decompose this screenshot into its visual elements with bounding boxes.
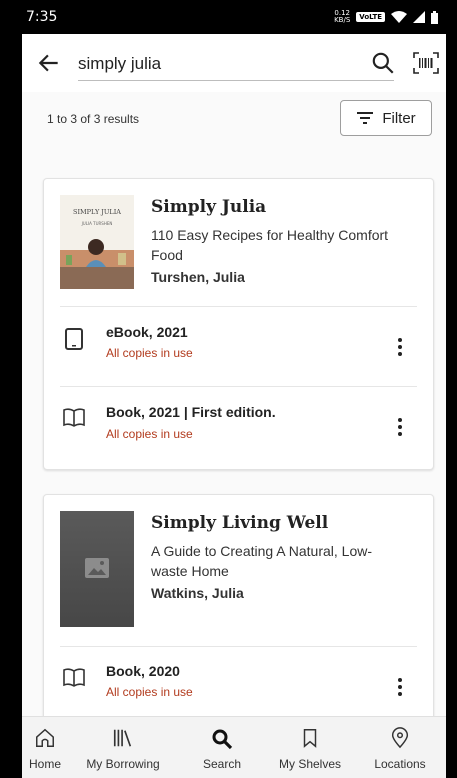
filter-label: Filter <box>382 109 416 127</box>
book-icon <box>63 668 85 687</box>
wifi-icon <box>391 11 407 23</box>
volte-badge: VoLTE <box>356 12 385 22</box>
book-title[interactable]: Simply Julia <box>151 197 266 217</box>
signal-icon <box>413 11 425 23</box>
search-bar: simply julia <box>22 34 446 92</box>
nav-label: Home <box>28 757 61 771</box>
divider <box>60 386 417 387</box>
network-speed: 0.12 KB/S <box>334 10 350 24</box>
app-screen: 7:35 0.12 KB/S VoLTE simply julia 1 to 3… <box>22 0 446 778</box>
location-pin-icon <box>391 727 409 749</box>
battery-icon <box>431 10 438 24</box>
nav-my-borrowing[interactable]: My Borrowing <box>68 717 178 778</box>
tablet-icon <box>65 328 83 350</box>
nav-my-shelves[interactable]: My Shelves <box>266 717 354 778</box>
book-title[interactable]: Simply Living Well <box>151 513 328 533</box>
more-options-icon[interactable] <box>390 675 410 699</box>
search-input[interactable]: simply julia <box>78 54 161 74</box>
availability-status: All copies in use <box>106 685 193 699</box>
divider <box>60 646 417 647</box>
nav-home[interactable]: Home <box>22 717 68 778</box>
book-cover-image[interactable]: SIMPLY JULIA JULIA TURSHEN <box>60 195 134 289</box>
barcode-scan-icon[interactable] <box>412 50 440 76</box>
more-options-icon[interactable] <box>390 335 410 359</box>
nav-label: Locations <box>374 757 426 771</box>
cover-author-text: JULIA TURSHEN <box>81 221 113 226</box>
format-label: Book, 2020 <box>106 663 180 679</box>
nav-label: Search <box>202 757 242 771</box>
format-label: eBook, 2021 <box>106 324 188 340</box>
nav-locations[interactable]: Locations <box>354 717 446 778</box>
results-header: 1 to 3 of 3 results Filter <box>22 92 446 152</box>
filter-button[interactable]: Filter <box>340 100 432 136</box>
status-time: 7:35 <box>26 9 58 25</box>
search-underline <box>78 80 394 81</box>
book-author: Turshen, Julia <box>151 269 245 285</box>
availability-status: All copies in use <box>106 346 193 360</box>
results-count: 1 to 3 of 3 results <box>47 112 140 126</box>
result-card[interactable]: Simply Living Well A Guide to Creating A… <box>43 494 434 746</box>
search-icon <box>212 729 233 750</box>
more-options-icon[interactable] <box>390 415 410 439</box>
home-icon <box>36 728 54 747</box>
book-subtitle: 110 Easy Recipes for Healthy Comfort Foo… <box>151 227 389 263</box>
back-arrow-icon[interactable] <box>36 50 62 76</box>
bottom-navigation: Home My Borrowing Search My Shelves Loca… <box>22 716 446 778</box>
book-cover-placeholder[interactable] <box>60 511 134 627</box>
status-bar: 7:35 0.12 KB/S VoLTE <box>22 0 446 34</box>
library-icon <box>113 729 132 747</box>
nav-search[interactable]: Search <box>178 717 266 778</box>
book-author: Watkins, Julia <box>151 585 244 601</box>
nav-label: My Shelves <box>278 757 342 771</box>
filter-icon <box>357 112 374 124</box>
divider <box>60 306 417 307</box>
network-speed-unit: KB/S <box>334 16 351 24</box>
availability-status: All copies in use <box>106 427 193 441</box>
search-icon[interactable] <box>370 50 396 76</box>
nav-label: My Borrowing <box>86 757 160 771</box>
result-card[interactable]: SIMPLY JULIA JULIA TURSHEN Simply Julia … <box>43 178 434 470</box>
bookmark-icon <box>303 729 317 748</box>
format-label: Book, 2021 | First edition. <box>106 404 276 420</box>
book-subtitle: A Guide to Creating A Natural, Low-waste… <box>151 543 373 579</box>
book-icon <box>63 408 85 427</box>
status-icons: 0.12 KB/S VoLTE <box>334 10 438 24</box>
cover-title-text: SIMPLY JULIA <box>73 208 121 216</box>
image-placeholder-icon <box>85 558 109 578</box>
